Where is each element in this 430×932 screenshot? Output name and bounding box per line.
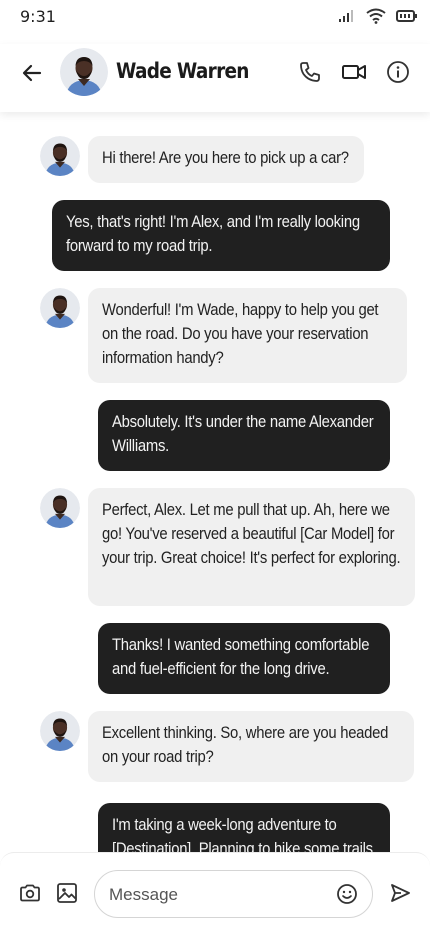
incoming-message[interactable]: Hi there! Are you here to pick up a car? <box>88 136 364 183</box>
avatar-image <box>40 711 80 751</box>
video-camera-icon <box>342 65 366 79</box>
avatar-image <box>60 48 108 96</box>
back-arrow-icon <box>22 64 42 82</box>
message-text: Perfect, Alex. Let me pull that up. Ah, … <box>102 501 401 567</box>
message-input-container <box>94 870 373 918</box>
message-text: Excellent thinking. So, where are you he… <box>102 724 389 766</box>
gallery-button[interactable] <box>55 881 79 905</box>
send-icon <box>391 884 410 902</box>
message-text: Wonderful! I'm Wade, happy to help you g… <box>102 301 379 367</box>
call-button[interactable] <box>296 58 324 86</box>
incoming-message[interactable]: Perfect, Alex. Let me pull that up. Ah, … <box>88 488 415 606</box>
message-text: Absolutely. It's under the name Alexande… <box>112 413 374 455</box>
status-bar: 9:31 <box>0 0 430 40</box>
status-icons <box>338 8 418 24</box>
image-icon <box>57 883 77 903</box>
message-text: I'm taking a week-long adventure to [Des… <box>112 816 373 852</box>
battery-icon <box>396 10 417 22</box>
info-icon <box>387 61 409 83</box>
avatar-image <box>40 288 80 328</box>
chat-header: Wade Warren <box>0 44 430 112</box>
avatar-image <box>40 488 80 528</box>
outgoing-message[interactable]: Yes, that's right! I'm Alex, and I'm rea… <box>52 200 390 271</box>
message-list[interactable]: Hi there! Are you here to pick up a car?… <box>0 112 430 852</box>
incoming-message[interactable]: Excellent thinking. So, where are you he… <box>88 711 414 782</box>
phone-icon <box>300 62 320 82</box>
contact-avatar[interactable] <box>60 48 108 96</box>
incoming-message[interactable]: Wonderful! I'm Wade, happy to help you g… <box>88 288 407 383</box>
video-call-button[interactable] <box>340 58 368 86</box>
outgoing-message[interactable]: I'm taking a week-long adventure to [Des… <box>98 803 390 852</box>
message-avatar[interactable] <box>40 488 80 528</box>
emoji-icon <box>337 884 357 904</box>
message-text: Hi there! Are you here to pick up a car? <box>102 149 349 167</box>
message-composer <box>0 852 430 932</box>
message-avatar[interactable] <box>40 136 80 176</box>
message-avatar[interactable] <box>40 711 80 751</box>
message-text: Yes, that's right! I'm Alex, and I'm rea… <box>66 213 360 255</box>
message-text: Thanks! I wanted something comfortable a… <box>112 636 370 678</box>
avatar-image <box>40 136 80 176</box>
info-button[interactable] <box>384 58 412 86</box>
camera-button[interactable] <box>18 881 42 905</box>
signal-icon <box>339 10 353 22</box>
outgoing-message[interactable]: Thanks! I wanted something comfortable a… <box>98 623 390 694</box>
back-button[interactable] <box>18 59 46 87</box>
emoji-button[interactable] <box>336 883 358 905</box>
message-input[interactable] <box>109 883 329 907</box>
camera-icon <box>20 884 40 902</box>
contact-name: Wade Warren <box>116 59 249 83</box>
wifi-icon <box>366 8 386 24</box>
send-button[interactable] <box>388 881 412 905</box>
status-time: 9:31 <box>20 7 56 26</box>
message-avatar[interactable] <box>40 288 80 328</box>
outgoing-message[interactable]: Absolutely. It's under the name Alexande… <box>98 400 390 471</box>
